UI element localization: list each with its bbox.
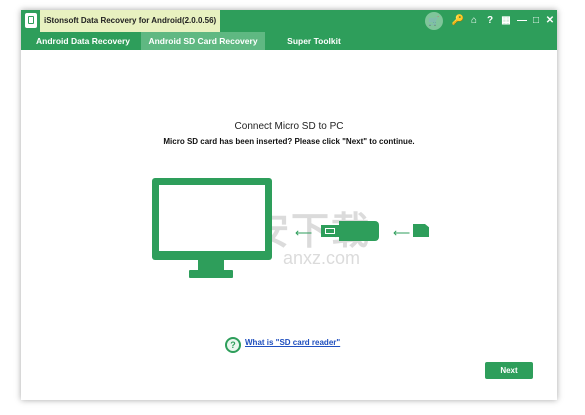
title-bar: iStonsoft Data Recovery for Android(2.0.… [21,10,557,32]
app-window: iStonsoft Data Recovery for Android(2.0.… [21,10,557,400]
card-reader-icon [321,221,379,241]
maximize-button[interactable]: □ [529,10,543,32]
tab-super-toolkit[interactable]: Super Toolkit [271,32,357,50]
app-title: iStonsoft Data Recovery for Android(2.0.… [40,10,221,32]
register-icon[interactable]: ▦ [499,10,513,32]
tab-android-sd-card-recovery[interactable]: Android SD Card Recovery [141,32,265,50]
close-button[interactable]: ✕ [543,10,557,32]
sd-card-reader-help-link[interactable]: What is "SD card reader" [245,338,340,347]
monitor-icon [152,178,272,260]
tab-bar: Android Data Recovery Android SD Card Re… [21,32,557,50]
arrow-left-icon: ⟵ [393,226,411,240]
main-content: 安 安下载 anxz.com Connect Micro SD to PC Mi… [21,50,557,400]
minimize-button[interactable]: — [515,10,529,32]
watermark-en-text: anxz.com [283,248,361,268]
page-title: Connect Micro SD to PC [234,121,344,132]
page-subtitle: Micro SD card has been inserted? Please … [163,137,415,146]
monitor-neck [198,260,224,270]
app-logo-icon [25,13,37,28]
sd-card-icon [413,224,429,237]
cart-icon[interactable]: 🛒 [425,12,443,30]
tab-android-data-recovery[interactable]: Android Data Recovery [27,32,139,50]
home-icon[interactable]: ⌂ [467,10,481,32]
monitor-base [189,270,233,278]
key-icon[interactable]: 🔑 [451,10,465,32]
next-button[interactable]: Next [485,362,533,379]
help-icon[interactable]: ? [483,10,497,32]
question-icon[interactable]: ? [225,337,241,353]
arrow-left-icon: ⟵ [295,226,313,240]
